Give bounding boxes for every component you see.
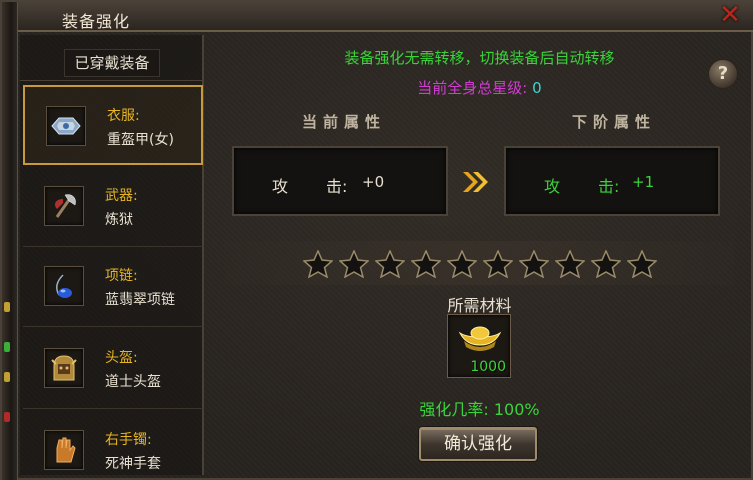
star-icon	[480, 249, 516, 279]
gauntlet-icon	[56, 437, 76, 463]
close-button[interactable]: ✕	[715, 2, 745, 32]
item-name: 道士头盔	[105, 374, 161, 390]
equip-item-necklace[interactable]: 项链: 蓝翡翠项链	[23, 247, 203, 327]
info-text: 装备强化无需转移，切换装备后自动转移	[344, 49, 615, 67]
double-chevron-right-icon	[463, 172, 488, 192]
item-type-label: 项链:	[105, 268, 138, 284]
frame-gem	[4, 342, 10, 352]
item-slot	[46, 106, 86, 146]
star-icon	[408, 249, 444, 279]
item-name: 重盔甲(女)	[107, 132, 174, 148]
item-type-label: 右手镯:	[105, 432, 152, 448]
star-icon	[552, 249, 588, 279]
star-level-label: 当前全身总星级:	[417, 79, 528, 97]
star-icon	[300, 249, 336, 279]
equipped-header-label: 已穿戴装备	[64, 49, 160, 77]
equipped-header: 已穿戴装备	[20, 35, 204, 81]
equip-item-helmet[interactable]: 头盔: 道士头盔	[23, 329, 203, 409]
confirm-enhance-button[interactable]: 确认强化	[419, 427, 537, 461]
item-type-label: 头盔:	[105, 350, 138, 366]
star-icon	[336, 249, 372, 279]
item-type-label: 武器:	[105, 188, 138, 204]
item-name: 炼狱	[105, 212, 133, 228]
help-button[interactable]: ?	[708, 59, 738, 89]
material-slot[interactable]: 1000	[447, 314, 511, 378]
equipped-items-panel: 已穿戴装备 衣服: 重盔甲(女) 武器: 炼狱 项链: 蓝翡翠项链 头盔: 道士…	[20, 35, 204, 475]
attr-name: 攻	[544, 177, 561, 196]
material-quantity: 1000	[470, 359, 506, 375]
item-slot	[44, 186, 84, 226]
question-icon: ?	[717, 63, 729, 84]
star-icon	[516, 249, 552, 279]
item-slot	[44, 266, 84, 306]
next-attr-heading: 下阶属性	[572, 113, 657, 131]
stars-row	[300, 249, 660, 279]
window-title: 装备强化	[62, 12, 131, 31]
necklace-icon	[56, 274, 72, 298]
helmet-icon	[51, 355, 77, 381]
success-rate: 强化几率: 100%	[419, 400, 540, 419]
star-level-value: 0	[532, 79, 542, 97]
current-attr-box: 攻 击: +0	[232, 146, 448, 216]
attr-separator: 击:	[598, 177, 620, 196]
frame-gem	[4, 302, 10, 312]
star-level-line: 当前全身总星级: 0	[206, 77, 753, 98]
equip-item-armor[interactable]: 衣服: 重盔甲(女)	[23, 85, 203, 165]
attr-value: +0	[362, 173, 385, 191]
enhance-main-panel: 装备强化无需转移，切换装备后自动转移 当前全身总星级: 0 ? 当前属性 下阶属…	[206, 35, 753, 475]
frame-gem	[4, 412, 10, 422]
star-icon	[372, 249, 408, 279]
equip-item-bracelet[interactable]: 右手镯: 死神手套	[23, 411, 203, 480]
attr-separator: 击:	[326, 177, 348, 196]
star-icon	[444, 249, 480, 279]
current-attr-heading: 当前属性	[302, 113, 387, 131]
star-icon	[588, 249, 624, 279]
item-slot	[44, 430, 84, 470]
frame-gem	[4, 372, 10, 382]
attr-name: 攻	[272, 177, 289, 196]
item-slot	[44, 348, 84, 388]
item-name: 死神手套	[105, 456, 161, 472]
star-icon	[624, 249, 660, 279]
enhance-window: 装备强化 ✕ 已穿戴装备 衣服: 重盔甲(女) 武器: 炼狱 项链: 蓝翡翠项链…	[0, 0, 753, 480]
title-bar[interactable]: 装备强化 ✕	[18, 2, 753, 32]
next-attr-box: 攻 击: +1	[504, 146, 720, 216]
equip-item-weapon[interactable]: 武器: 炼狱	[23, 167, 203, 247]
item-name: 蓝翡翠项链	[105, 292, 175, 308]
materials-label: 所需材料	[447, 296, 512, 315]
armor-icon	[51, 117, 81, 135]
attr-value: +1	[632, 173, 655, 191]
item-type-label: 衣服:	[107, 108, 140, 124]
axe-icon	[55, 194, 76, 218]
gold-ingot-icon	[458, 326, 502, 351]
close-x-icon: ✕	[719, 0, 741, 30]
window-left-frame	[2, 2, 18, 480]
star-progress-bar	[224, 241, 734, 285]
